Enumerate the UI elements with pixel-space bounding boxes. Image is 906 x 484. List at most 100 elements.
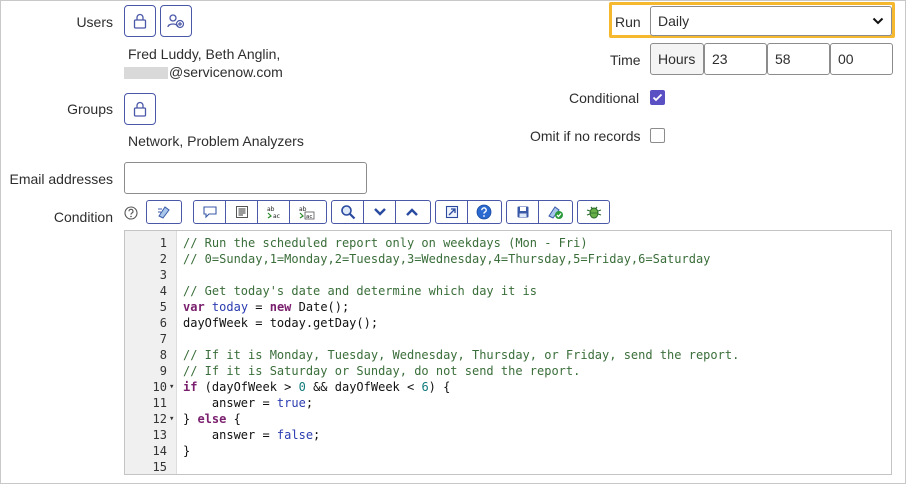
code-text: // Get today's date and determine which … xyxy=(183,284,538,298)
replace-all-icon: abac xyxy=(299,206,315,220)
code-text: answer = true; xyxy=(183,396,314,410)
chevron-down-icon xyxy=(373,208,386,216)
search-previous-button[interactable] xyxy=(396,201,428,223)
code-text: } else { xyxy=(183,412,241,426)
check-syntax-icon xyxy=(548,206,563,219)
comment-button[interactable] xyxy=(194,201,226,223)
editor-lines: 1 // Run the scheduled report only on wee… xyxy=(125,235,891,474)
code-line[interactable]: 6 dayOfWeek = today.getDay(); xyxy=(125,315,891,331)
code-line[interactable]: 10 ▾ if (dayOfWeek > 0 && dayOfWeek < 6) { xyxy=(125,379,891,395)
line-number: 8 xyxy=(159,348,167,362)
fold-toggle-icon[interactable]: ▾ xyxy=(169,411,174,427)
code-line[interactable]: 2 // 0=Sunday,1=Monday,2=Tuesday,3=Wednes… xyxy=(125,251,891,267)
add-user-icon xyxy=(167,14,185,29)
fullscreen-button[interactable] xyxy=(436,201,468,223)
time-hours-input[interactable]: 23 xyxy=(704,43,767,75)
omit-label: Omit if no records xyxy=(530,128,641,144)
code-text: // If it is Monday, Tuesday, Wednesday, … xyxy=(183,348,740,362)
users-lock-button[interactable] xyxy=(124,5,156,37)
help-icon xyxy=(124,206,138,220)
code-line[interactable]: 15 xyxy=(125,459,891,474)
editor-help-button[interactable] xyxy=(468,201,500,223)
toolbar-group-format: ab ac ab ac xyxy=(193,200,327,224)
code-line[interactable]: 13 answer = false; xyxy=(125,427,891,443)
code-text: var today = new Date(); xyxy=(183,300,350,314)
groups-value: Network, Problem Analyzers xyxy=(128,133,304,149)
code-line[interactable]: 5 var today = new Date(); xyxy=(125,299,891,315)
toolbar-group-view xyxy=(435,200,502,224)
redacted-text xyxy=(124,67,168,80)
add-users-button[interactable] xyxy=(160,5,192,37)
lock-icon xyxy=(133,101,147,117)
toolbar-group-save xyxy=(506,200,573,224)
condition-help[interactable] xyxy=(124,206,138,223)
email-label: Email addresses xyxy=(9,171,114,187)
fullscreen-icon xyxy=(445,205,458,219)
toolbar-group-syntax xyxy=(146,200,182,224)
comment-icon xyxy=(202,206,217,219)
format-button[interactable] xyxy=(226,201,258,223)
svg-text:ac: ac xyxy=(306,214,312,220)
debug-icon xyxy=(586,206,601,219)
lock-icon xyxy=(133,13,147,29)
search-next-button[interactable] xyxy=(364,201,396,223)
fold-toggle-icon[interactable]: ▾ xyxy=(169,379,174,395)
svg-text:ab: ab xyxy=(267,206,275,213)
groups-label: Groups xyxy=(67,101,113,117)
svg-text:ac: ac xyxy=(273,213,280,220)
time-seconds-input[interactable]: 00 xyxy=(830,43,893,75)
code-text: answer = false; xyxy=(183,428,321,442)
replace-button[interactable]: ab ac xyxy=(258,201,290,223)
code-text: // If it is Saturday or Sunday, do not s… xyxy=(183,364,581,378)
replace-all-button[interactable]: ab ac xyxy=(290,201,322,223)
code-line[interactable]: 11 answer = true; xyxy=(125,395,891,411)
line-number: 6 xyxy=(159,316,167,330)
code-line[interactable]: 9 // If it is Saturday or Sunday, do not … xyxy=(125,363,891,379)
search-icon xyxy=(340,205,355,220)
code-line[interactable]: 3 xyxy=(125,267,891,283)
chevron-down-icon xyxy=(872,17,884,25)
code-text: if (dayOfWeek > 0 && dayOfWeek < 6) { xyxy=(183,380,451,394)
time-unit-label: Hours xyxy=(650,43,704,75)
email-input[interactable] xyxy=(124,162,367,194)
help-icon xyxy=(476,204,492,220)
format-icon xyxy=(235,206,248,218)
run-select-value: Daily xyxy=(658,13,690,29)
time-minutes-input[interactable]: 58 xyxy=(767,43,830,75)
line-number: 11 xyxy=(152,396,167,410)
line-number: 12 xyxy=(152,412,167,426)
replace-icon: abac xyxy=(267,206,280,220)
search-button[interactable] xyxy=(332,201,364,223)
run-select[interactable]: Daily xyxy=(650,6,892,36)
toolbar-group-debug xyxy=(577,200,610,224)
chevron-up-icon xyxy=(406,208,418,216)
toggle-syntax-button[interactable] xyxy=(147,201,181,223)
line-number: 15 xyxy=(152,460,167,474)
code-line[interactable]: 8 // If it is Monday, Tuesday, Wednesday,… xyxy=(125,347,891,363)
code-text: dayOfWeek = today.getDay(); xyxy=(183,316,379,330)
line-number: 5 xyxy=(159,300,167,314)
line-number: 7 xyxy=(159,332,167,346)
code-text: // 0=Sunday,1=Monday,2=Tuesday,3=Wednesd… xyxy=(183,252,711,266)
conditional-checkbox[interactable] xyxy=(650,90,665,105)
code-line[interactable]: 4 // Get today's date and determine which… xyxy=(125,283,891,299)
line-number: 1 xyxy=(159,236,167,250)
toggle-syntax-icon xyxy=(158,206,170,219)
code-text: } xyxy=(183,444,191,458)
groups-lock-button[interactable] xyxy=(124,93,156,125)
users-label: Users xyxy=(76,14,113,30)
save-icon xyxy=(517,206,528,218)
save-button[interactable] xyxy=(507,201,539,223)
script-editor[interactable]: 1 // Run the scheduled report only on wee… xyxy=(124,230,892,475)
code-line[interactable]: 1 // Run the scheduled report only on wee… xyxy=(125,235,891,251)
code-line[interactable]: 14} xyxy=(125,443,891,459)
debug-button[interactable] xyxy=(578,201,609,223)
code-line[interactable]: 7 xyxy=(125,331,891,347)
code-line[interactable]: 12 ▾ } else { xyxy=(125,411,891,427)
line-number: 13 xyxy=(152,428,167,442)
line-number: 10 xyxy=(152,380,167,394)
condition-label: Condition xyxy=(53,209,113,225)
time-label: Time xyxy=(610,52,641,68)
check-syntax-button[interactable] xyxy=(539,201,571,223)
omit-checkbox[interactable] xyxy=(650,128,665,143)
